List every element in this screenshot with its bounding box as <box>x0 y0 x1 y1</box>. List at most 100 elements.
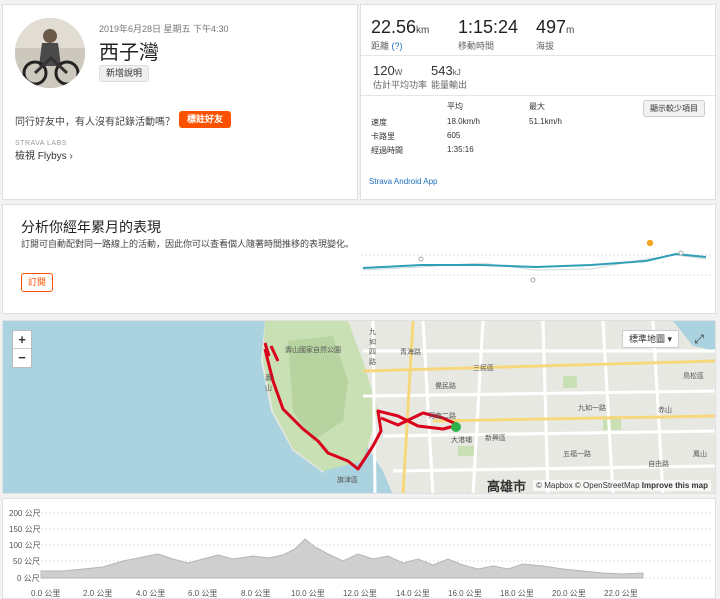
map-label: 鳥松區 <box>683 373 704 380</box>
x-tick: 8.0 公里 <box>241 589 270 598</box>
strava-labs-label: STRAVA LABS <box>15 140 67 147</box>
show-less-button[interactable]: 顯示較少項目 <box>643 100 705 117</box>
x-tick: 22.0 公里 <box>604 589 638 598</box>
speed-label: 速度 <box>371 118 387 127</box>
caret-down-icon: ▾ <box>667 334 673 344</box>
moving-time-stat: 1:15:24 移動時間 <box>458 17 518 52</box>
energy-label: 能量輸出 <box>431 80 468 90</box>
map-label: 新興區 <box>485 435 506 442</box>
osm-link[interactable]: © OpenStreetMap <box>575 481 640 490</box>
calories-avg: 605 <box>447 131 461 140</box>
power-label: 估計平均功率 <box>373 80 428 90</box>
device-link[interactable]: Strava Android App <box>369 177 438 186</box>
y-tick: 100 公尺 <box>9 541 41 550</box>
energy-stat: 543kJ 能量輸出 <box>431 63 467 91</box>
trend-point <box>418 256 424 262</box>
y-tick: 50 公尺 <box>13 557 40 566</box>
map-label: 大港埔 <box>451 437 472 444</box>
speed-max: 51.1km/h <box>529 117 562 126</box>
map-label: 覺民路 <box>435 383 456 390</box>
trend-point <box>530 277 536 283</box>
mapbox-link[interactable]: © Mapbox <box>536 481 573 490</box>
x-tick: 6.0 公里 <box>188 589 217 598</box>
trend-line <box>362 252 707 269</box>
power-value: 120 <box>373 63 395 78</box>
moving-time-value: 1:15:24 <box>458 17 519 37</box>
elevation-label: 海拔 <box>536 41 555 51</box>
energy-value: 543 <box>431 63 453 78</box>
x-tick: 0.0 公里 <box>31 589 60 598</box>
map-label: 自由路 <box>648 461 669 468</box>
subscribe-button[interactable]: 訂閱 <box>21 273 53 292</box>
activity-summary-card: 2019年6月28日 星期五 下午4:30 西子灣 新增說明 同行好友中，有人沒… <box>2 4 358 200</box>
elevation-stat: 497m 海拔 <box>536 17 574 52</box>
trend-chart <box>361 238 711 283</box>
zoom-out-button[interactable]: − <box>13 349 31 367</box>
x-tick: 2.0 公里 <box>83 589 112 598</box>
analysis-card: 分析你經年累月的表現 訂閱可自動配對同一路線上的活動，因此你可以查看個人隨著時間… <box>2 204 716 314</box>
trend-point <box>678 250 684 256</box>
y-tick: 200 公尺 <box>9 509 41 518</box>
route-map[interactable]: 壽山國家自然公園 九如四路 青海路 三民區 覺民路 九如一路 大港埔 新興區 五… <box>2 320 716 494</box>
elapsed-time-label: 經過時間 <box>371 146 403 155</box>
friend-question: 同行好友中，有人沒有記錄活動嗎？ <box>15 117 175 128</box>
map-label: 九如一路 <box>578 405 606 412</box>
power-unit: W <box>394 68 403 77</box>
x-tick: 10.0 公里 <box>291 589 325 598</box>
tag-friends-button[interactable]: 標註好友 <box>179 111 232 128</box>
x-tick: 18.0 公里 <box>500 589 534 598</box>
flybys-link[interactable]: 檢視 Flybys › <box>15 147 73 162</box>
x-tick: 20.0 公里 <box>552 589 586 598</box>
divider <box>361 55 715 56</box>
distance-stat: 22.56km 距離 (?) <box>371 17 429 52</box>
expand-icon[interactable]: ⤢ <box>689 330 709 348</box>
x-tick: 16.0 公里 <box>448 589 482 598</box>
improve-map-link[interactable]: Improve this map <box>642 481 708 490</box>
map-label: 赤山 <box>658 407 672 414</box>
map-label: 青海路 <box>400 349 421 356</box>
chevron-right-icon: › <box>69 151 73 162</box>
add-description-button[interactable]: 新增說明 <box>99 65 150 82</box>
athlete-avatar[interactable] <box>15 18 85 88</box>
distance-label: 距離 <box>371 41 390 51</box>
map-label: 五福一路 <box>563 451 591 458</box>
calories-label: 卡路里 <box>371 132 395 141</box>
city-label: 高雄市 <box>487 479 527 494</box>
activity-title: 西子灣 <box>99 40 159 64</box>
map-label: 旗津區 <box>337 477 358 484</box>
map-label: 壽山 <box>265 375 272 392</box>
avg-header: 平均 <box>447 102 463 111</box>
y-tick: 150 公尺 <box>9 525 41 534</box>
distance-unit: km <box>416 25 430 36</box>
zoom-in-button[interactable]: + <box>13 331 31 349</box>
moving-time-label: 移動時間 <box>458 41 495 51</box>
analysis-text: 訂閱可自動配對同一路線上的活動，因此你可以查看個人隨著時間推移的表現變化。 <box>21 239 355 249</box>
elevation-unit: m <box>566 25 575 36</box>
zoom-control: + − <box>12 330 32 368</box>
activity-stats-card: 22.56km 距離 (?) 1:15:24 移動時間 497m 海拔 120W… <box>360 4 716 200</box>
divider <box>361 95 715 96</box>
elapsed-time-avg: 1:35:16 <box>447 145 474 154</box>
y-tick: 0 公尺 <box>17 574 40 583</box>
map-label: 鳳山 <box>693 451 707 458</box>
x-tick: 4.0 公里 <box>136 589 165 598</box>
analysis-title: 分析你經年累月的表現 <box>21 219 161 235</box>
distance-value: 22.56 <box>371 17 417 37</box>
energy-unit: kJ <box>452 68 461 77</box>
map-type-select[interactable]: 標準地圖 ▾ <box>622 330 680 348</box>
map-attribution: © Mapbox © OpenStreetMap Improve this ma… <box>533 480 711 491</box>
map-type-value: 標準地圖 <box>629 334 666 344</box>
x-tick: 14.0 公里 <box>396 589 430 598</box>
max-header: 最大 <box>529 102 545 111</box>
activity-date: 2019年6月28日 星期五 下午4:30 <box>99 24 229 34</box>
map-label: 九如四路 <box>369 329 376 366</box>
map-label: 三民區 <box>473 365 494 372</box>
elevation-profile-card: 200 公尺 150 公尺 100 公尺 50 公尺 0 公尺 0.0 公里 2… <box>2 498 716 599</box>
map-label: 壽山國家自然公園 <box>285 347 341 354</box>
distance-help-link[interactable]: (?) <box>392 41 403 51</box>
map-label: 河南二路 <box>428 413 456 420</box>
trend-highlight-point <box>645 238 655 248</box>
power-stat: 120W 估計平均功率 <box>373 63 427 91</box>
map-canvas <box>3 321 715 493</box>
flybys-label: 檢視 Flybys <box>15 151 67 162</box>
